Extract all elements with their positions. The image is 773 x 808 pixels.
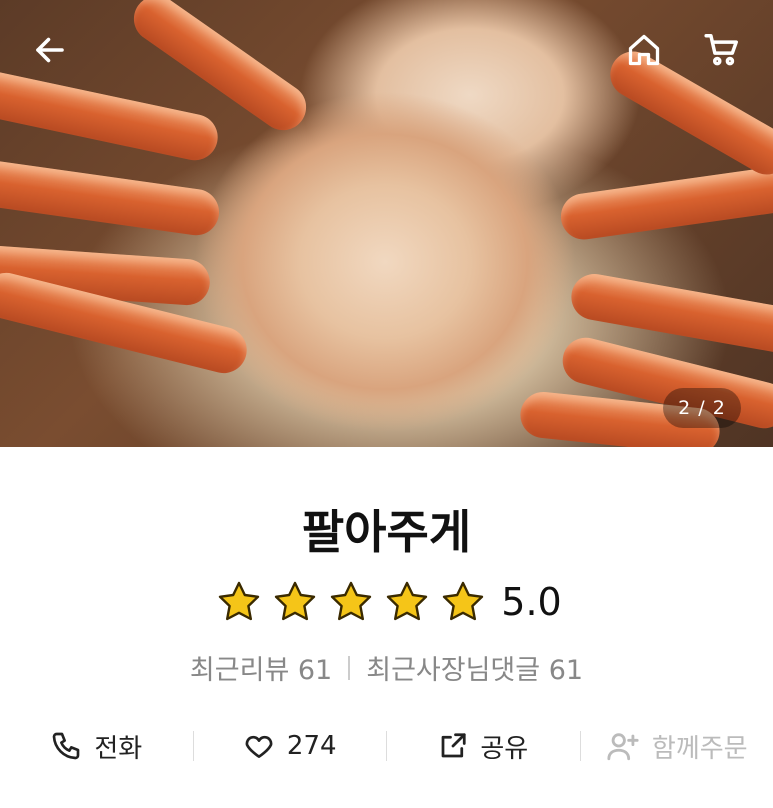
review-meta: 최근리뷰 61 최근사장님댓글 61 [0,648,773,687]
action-bar: 전화 274 공유 함께주문 [0,720,773,772]
like-count: 274 [286,731,337,761]
share-label: 공유 [480,733,529,764]
image-counter: 2 / 2 [663,388,741,428]
like-button[interactable]: 274 [194,730,387,762]
share-button[interactable]: 공유 [387,728,580,765]
crab-leg [0,157,222,239]
divider [348,655,351,680]
call-label: 전화 [94,733,143,764]
home-icon [628,34,660,66]
store-name: 팔아주게 [301,505,472,559]
crab-leg [557,163,773,243]
rating-score: 5.0 [501,580,562,624]
recent-reviews-link[interactable]: 최근리뷰 61 [190,648,332,687]
star-icon [443,581,484,621]
rating-row: 5.0 [0,578,773,626]
store-hero-image[interactable]: 2 / 2 [0,0,773,447]
share-icon [441,733,466,758]
star-icon [219,581,260,621]
crab-leg [0,65,222,165]
cart-icon [704,34,738,66]
call-button[interactable]: 전화 [0,728,193,765]
heart-icon [245,735,273,758]
back-button[interactable] [26,26,74,74]
arrow-left-icon [36,37,64,63]
cart-button[interactable] [698,26,746,74]
group-order-label: 함께주문 [651,733,748,764]
star-icon [387,581,428,621]
star-icon [331,581,372,621]
phone-icon [52,732,80,760]
group-order-button[interactable]: 함께주문 [581,728,773,765]
recent-owner-comments-link[interactable]: 최근사장님댓글 61 [366,648,583,687]
add-person-icon [607,733,639,761]
home-button[interactable] [620,26,668,74]
star-icon [275,581,316,621]
